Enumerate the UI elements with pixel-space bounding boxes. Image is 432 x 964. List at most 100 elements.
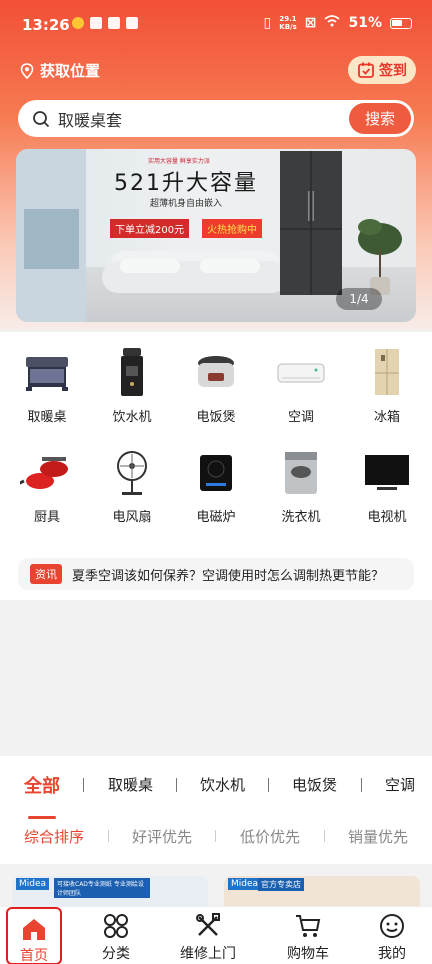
category-label: 电视机 <box>367 510 407 525</box>
banner-subtitle: 超薄机身自由嵌入 <box>150 199 223 209</box>
category-item-air-conditioner[interactable]: 空调 <box>266 348 336 425</box>
nav-mine[interactable]: 我的 <box>352 907 432 964</box>
category-item-cookware[interactable]: 厨具 <box>12 448 82 525</box>
tab-air-conditioner[interactable]: 空调 <box>385 774 415 795</box>
nav-home[interactable]: 首页 <box>6 907 62 964</box>
nav-category[interactable]: 分类 <box>76 907 156 964</box>
banner-tagline: 实用大容量 鲜享实力派 <box>148 158 210 165</box>
product-label: 可接收CAD专业测纸 专业测绘设计师团队 <box>54 878 150 898</box>
location-label: 获取位置 <box>40 62 101 80</box>
category-grid-icon <box>104 914 128 938</box>
category-item-washing-machine[interactable]: 洗衣机 <box>266 448 336 525</box>
category-label: 电磁炉 <box>196 510 236 525</box>
sort-price[interactable]: 低价优先 <box>240 826 300 847</box>
tv-icon <box>365 455 409 490</box>
plant-image <box>358 219 402 295</box>
tab-divider <box>268 778 269 792</box>
search-icon <box>33 110 50 127</box>
product-brand: Midea <box>228 878 262 890</box>
category-tabs: 全部 取暖桌 饮水机 电饭煲 空调 <box>0 772 432 819</box>
category-label: 冰箱 <box>373 410 400 425</box>
location-selector[interactable]: 获取位置 <box>20 60 100 81</box>
category-label: 空调 <box>287 410 314 425</box>
location-pin-icon <box>20 62 34 79</box>
category-label: 电饭煲 <box>196 410 236 425</box>
gallery-icon <box>126 17 138 29</box>
category-item-tv[interactable]: 电视机 <box>352 448 422 525</box>
category-label: 取暖桌 <box>27 410 67 425</box>
news-badge: 资讯 <box>30 564 62 584</box>
fan-icon <box>117 451 147 495</box>
smile-icon <box>380 914 404 938</box>
home-icon <box>23 919 45 940</box>
notification-icons <box>72 17 138 29</box>
nav-cart-label: 购物车 <box>287 946 329 962</box>
category-item-induction-cooker[interactable]: 电磁炉 <box>181 448 251 525</box>
category-label: 厨具 <box>33 510 60 525</box>
sofa-image <box>102 251 288 293</box>
vibrate-icon: ▯ <box>263 15 272 31</box>
nav-cart[interactable]: 购物车 <box>268 907 348 964</box>
network-speed: 29.1 KB/s <box>279 15 297 31</box>
category-item-heater-table[interactable]: 取暖桌 <box>12 348 82 425</box>
news-text[interactable]: 夏季空调该如何保养？空调使用时怎么调制热更节能？ <box>72 565 384 584</box>
signin-label: 签到 <box>379 63 407 79</box>
search-bar[interactable]: 取暖桌套 搜索 <box>18 100 414 137</box>
news-ticker[interactable]: 资讯 夏季空调该如何保养？空调使用时怎么调制热更节能？ <box>18 558 414 590</box>
sort-overall[interactable]: 综合排序 <box>24 826 84 847</box>
signin-button[interactable]: 签到 <box>348 56 416 84</box>
product-brand: Midea <box>16 878 50 890</box>
search-input[interactable]: 取暖桌套 <box>58 107 122 131</box>
nav-category-label: 分类 <box>102 946 130 962</box>
category-label: 饮水机 <box>112 410 152 425</box>
rice-cooker-icon <box>198 356 234 387</box>
water-dispenser-icon <box>121 348 143 396</box>
sort-divider <box>215 830 216 842</box>
category-label: 洗衣机 <box>281 510 321 525</box>
nav-home-label: 首页 <box>20 948 48 964</box>
sort-divider <box>324 830 325 842</box>
banner-title: 521升大容量 <box>114 171 258 196</box>
fridge-icon <box>375 349 399 395</box>
induction-cooker-icon <box>200 455 232 491</box>
tab-divider <box>83 778 84 792</box>
air-conditioner-icon <box>277 363 325 383</box>
cookware-icon <box>20 457 68 489</box>
heater-table-icon <box>26 357 68 391</box>
search-button[interactable]: 搜索 <box>349 103 411 134</box>
calendar-icon <box>358 62 374 78</box>
tab-divider <box>361 778 362 792</box>
category-item-rice-cooker[interactable]: 电饭煲 <box>181 348 251 425</box>
product-filter-panel: 全部 取暖桌 饮水机 电饭煲 空调 综合排序 好评优先 低价优先 销量优先 <box>0 756 432 864</box>
nav-repair[interactable]: 维修上门 <box>168 907 248 964</box>
sim-icon: ⊠ <box>304 15 317 31</box>
notification-icon <box>72 17 84 29</box>
washing-machine-icon <box>285 452 317 494</box>
tab-water-dispenser[interactable]: 饮水机 <box>200 774 245 795</box>
tools-icon <box>196 913 220 936</box>
status-bar: 13:26 ▯ 29.1 KB/s ⊠ 51% <box>0 0 432 50</box>
tab-all[interactable]: 全部 <box>24 772 60 798</box>
banner-page-counter: 1/4 <box>336 288 382 310</box>
nav-repair-label: 维修上门 <box>180 946 236 962</box>
mail-icon <box>90 17 102 29</box>
banner-discount-tag: 下单立减200元 <box>110 219 190 238</box>
category-item-water-dispenser[interactable]: 饮水机 <box>97 348 167 425</box>
tab-heater-table[interactable]: 取暖桌 <box>108 774 153 795</box>
tab-divider <box>176 778 177 792</box>
window-image <box>16 149 86 322</box>
battery-level: 51% <box>348 15 382 31</box>
status-time: 13:26 <box>22 16 70 34</box>
sort-divider <box>108 830 109 842</box>
sort-rating[interactable]: 好评优先 <box>132 826 192 847</box>
app-icon <box>108 17 120 29</box>
promo-banner[interactable]: 实用大容量 鲜享实力派 521升大容量 超薄机身自由嵌入 下单立减200元 火热… <box>16 149 416 322</box>
bottom-navigation: 首页 分类 维修上门 购物车 我的 <box>0 906 432 964</box>
tab-rice-cooker[interactable]: 电饭煲 <box>292 774 337 795</box>
sort-sales[interactable]: 销量优先 <box>348 826 408 847</box>
banner-hot-tag: 火热抢购中 <box>202 219 262 238</box>
category-item-fridge[interactable]: 冰箱 <box>352 348 422 425</box>
fridge-image <box>280 151 342 295</box>
category-item-fan[interactable]: 电风扇 <box>97 448 167 525</box>
nav-mine-label: 我的 <box>378 946 406 962</box>
